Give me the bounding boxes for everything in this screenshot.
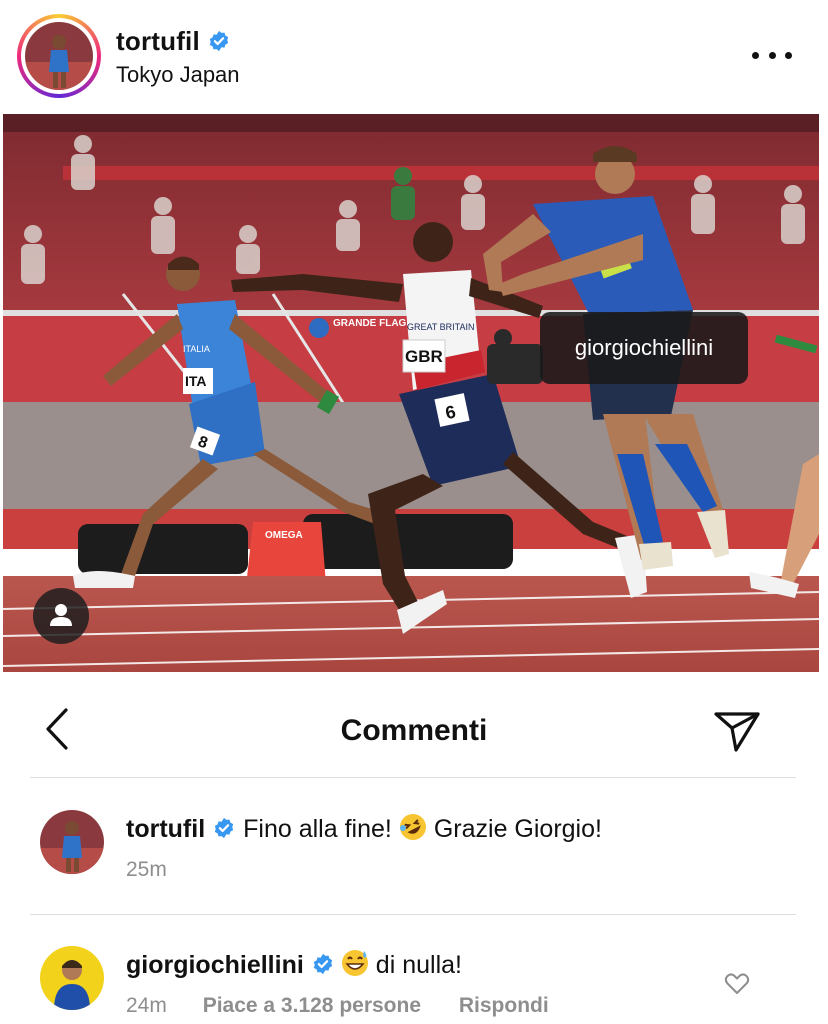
comment-2-text: di nulla!: [375, 951, 462, 979]
comment-1-time: 25m: [126, 858, 167, 881]
comment-1-username[interactable]: tortufil: [126, 815, 205, 843]
comment-2-likes[interactable]: Piace a 3.128 persone: [203, 994, 421, 1017]
bib-gbr: GBR: [405, 347, 443, 366]
bib-ita: ITA: [185, 373, 207, 389]
comment-avatar-giorgiochiellini[interactable]: [40, 946, 104, 1010]
shirt-gbr: GREAT BRITAIN: [407, 322, 475, 332]
divider: [30, 914, 796, 915]
comment-2-time: 24m: [126, 994, 167, 1017]
comment-2-meta: 24m Piace a 3.128 persone Rispondi: [126, 994, 549, 1018]
profile-avatar[interactable]: [17, 14, 101, 98]
omega-box-text: OMEGA: [265, 530, 303, 541]
more-options-icon[interactable]: [752, 40, 792, 70]
comments-title: Commenti: [340, 714, 488, 747]
post-username[interactable]: tortufil: [116, 26, 200, 56]
reply-button[interactable]: Rispondi: [459, 994, 549, 1017]
photo-user-tag[interactable]: giorgiochiellini: [540, 312, 748, 384]
comment-2-username[interactable]: giorgiochiellini: [126, 951, 304, 979]
post-location[interactable]: Tokyo Japan: [116, 62, 240, 88]
comment-2: giorgiochiellini di nulla!: [126, 948, 462, 980]
person-icon: [50, 604, 72, 626]
heart-icon[interactable]: [724, 972, 750, 996]
divider: [30, 777, 796, 778]
tagged-users-button[interactable]: [33, 588, 89, 644]
post-author[interactable]: tortufil: [116, 26, 230, 57]
grinning-sweat-emoji-icon: [341, 950, 368, 976]
verified-badge-icon: [214, 817, 234, 839]
rolling-laughing-emoji-icon: [399, 814, 426, 840]
shirt-ita: ITALIA: [183, 344, 210, 354]
verified-badge-icon: [313, 953, 332, 975]
comment-1-text: Fino alla fine!: [243, 815, 392, 843]
post-photo[interactable]: GRANDE FLAGELLO OMEGA ITA ITALIA 8 GREAT…: [3, 114, 819, 672]
send-icon[interactable]: [712, 708, 762, 754]
comment-1: tortufil Fino alla fine! Grazie Giorgio!: [126, 812, 602, 844]
comment-1-text-after: Grazie Giorgio!: [433, 815, 602, 843]
comment-avatar-tortufil[interactable]: [40, 810, 104, 874]
verified-badge-icon: [209, 30, 229, 52]
